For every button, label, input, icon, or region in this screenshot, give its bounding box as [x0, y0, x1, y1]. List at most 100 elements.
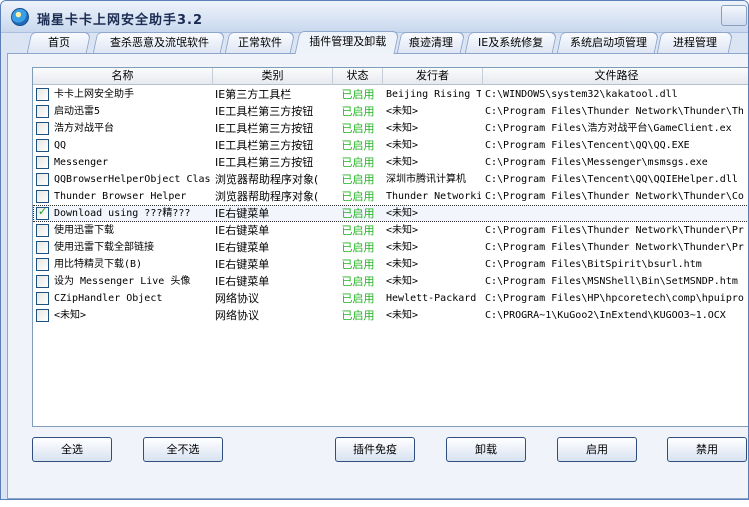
tab-startup-manager[interactable]: 系统启动项管理 [556, 32, 660, 53]
row-checkbox[interactable] [36, 275, 49, 288]
row-checkbox[interactable] [36, 292, 49, 305]
row-checkbox[interactable] [36, 258, 49, 271]
column-header-path[interactable]: 文件路径 [483, 68, 748, 85]
cell-status: 已启用 [341, 190, 375, 203]
title-bar[interactable]: 瑞星卡卡上网安全助手3.2 [1, 1, 748, 33]
cell-publisher: <未知> [386, 310, 419, 321]
cell-path: C:\Program Files\Thunder Network\Thunder… [485, 191, 744, 202]
row-checkbox[interactable] [36, 139, 49, 152]
select-all-button[interactable]: 全选 [32, 437, 112, 462]
table-row[interactable]: QQ IE工具栏第三方按钮 已启用 <未知> C:\Program Files\Tenc… [33, 137, 748, 154]
tab-malware-scan[interactable]: 查杀恶意及流氓软件 [92, 32, 226, 53]
table-row[interactable]: 浩方对战平台 IE工具栏第三方按钮 已启用 <未知> C:\Program Files\… [33, 120, 748, 137]
cell-publisher: <未知> [386, 225, 419, 236]
cell-path: C:\PROGRA~1\KuGoo2\InExtend\KUGOO3~1.OCX [485, 310, 726, 321]
cell-publisher: <未知> [386, 157, 419, 168]
checkmark-icon: ✓ [38, 205, 48, 218]
tab-process-manager[interactable]: 进程管理 [656, 32, 734, 53]
table-row[interactable]: <未知> 网络协议 已启用 <未知> C:\PROGRA~1\KuGoo2\InExte… [33, 307, 748, 324]
column-header-status[interactable]: 状态 [333, 68, 383, 85]
cell-category: 浏览器帮助程序对象( [215, 173, 319, 186]
cell-path: C:\Program Files\BitSpirit\bsurl.htm [485, 259, 702, 270]
cell-path: C:\Program Files\HP\hpcoretech\comp\hpui… [485, 293, 744, 304]
cell-status: 已启用 [341, 88, 375, 101]
cell-path: C:\Program Files\Thunder Network\Thunder… [485, 225, 744, 236]
cell-category: 网络协议 [215, 309, 259, 322]
cell-name: 使用迅雷下载 [54, 225, 114, 236]
cell-name: Download using ???精??? [54, 208, 191, 219]
tab-trace-cleanup[interactable]: 痕迹清理 [396, 32, 466, 53]
row-checkbox[interactable] [36, 309, 49, 322]
disable-button[interactable]: 禁用 [667, 437, 747, 462]
cell-status: 已启用 [341, 173, 375, 186]
row-checkbox[interactable] [36, 122, 49, 135]
row-checkbox[interactable] [36, 190, 49, 203]
cell-publisher: <未知> [386, 242, 419, 253]
cell-path: C:\Program Files\Tencent\QQ\QQ.EXE [485, 140, 690, 151]
cell-path: C:\Program Files\Thunder Network\Thunder… [485, 106, 744, 117]
row-checkbox[interactable] [36, 224, 49, 237]
table-row[interactable]: 启动迅雷5 IE工具栏第三方按钮 已启用 <未知> C:\Program Files\T… [33, 103, 748, 120]
cell-name: Thunder Browser Helper [54, 191, 187, 202]
window-title: 瑞星卡卡上网安全助手3.2 [37, 13, 204, 28]
cell-name: QQBrowserHelperObject Clas [54, 174, 211, 185]
table-row[interactable]: Messenger IE工具栏第三方按钮 已启用 <未知> C:\Program Fil… [33, 154, 748, 171]
table-row[interactable]: 使用迅雷下载 IE右键菜单 已启用 <未知> C:\Program Files\Thun… [33, 222, 748, 239]
cell-name: QQ [54, 140, 67, 151]
table-row[interactable]: 用比特精灵下载(B) IE右键菜单 已启用 <未知> C:\Program Files\… [33, 256, 748, 273]
row-checkbox[interactable] [36, 173, 49, 186]
window-bottom-edge [0, 500, 749, 507]
table-row[interactable]: Thunder Browser Helper 浏览器帮助程序对象(已启用 Thund… [33, 188, 748, 205]
cell-path: C:\WINDOWS\system32\kakatool.dll [485, 89, 678, 100]
tab-home[interactable]: 首页 [26, 32, 92, 53]
cell-publisher: <未知> [386, 123, 419, 134]
close-button[interactable] [721, 5, 747, 26]
column-header-publisher[interactable]: 发行者 [383, 68, 483, 85]
row-checkbox[interactable] [36, 156, 49, 169]
column-header-name[interactable]: 名称 [33, 68, 213, 85]
cell-status: 已启用 [341, 122, 375, 135]
row-checkbox[interactable] [36, 241, 49, 254]
tab-plugin-manager[interactable]: 插件管理及卸载 [294, 31, 400, 54]
cell-publisher: <未知> [386, 276, 419, 287]
cell-category: IE右键菜单 [215, 275, 270, 288]
cell-category: IE右键菜单 [215, 258, 270, 271]
cell-publisher: Beijing Rising T [386, 89, 481, 100]
cell-status: 已启用 [341, 224, 375, 237]
plugin-panel: 名称 类别 状态 发行者 文件路径 卡卡上网安全助手 IE第三方工具栏 已启用 Bei… [7, 53, 748, 499]
cell-path: C:\Program Files\浩方对战平台\GameClient.ex [485, 123, 732, 134]
row-checkbox[interactable]: ✓ [36, 205, 49, 220]
column-header-category[interactable]: 类别 [213, 68, 333, 85]
table-row[interactable]: QQBrowserHelperObject Clas 浏览器帮助程序对象(已启用深… [33, 171, 748, 188]
cell-category: IE工具栏第三方按钮 [215, 139, 314, 152]
plugin-list[interactable]: 名称 类别 状态 发行者 文件路径 卡卡上网安全助手 IE第三方工具栏 已启用 Bei… [32, 67, 748, 427]
list-header: 名称 类别 状态 发行者 文件路径 [33, 68, 748, 85]
tab-normal-software[interactable]: 正常软件 [224, 32, 296, 53]
tab-bar: 首页 查杀恶意及流氓软件 正常软件 插件管理及卸载 痕迹清理 IE及系统修复 系… [7, 31, 748, 54]
table-row[interactable]: 使用迅雷下载全部链接 IE右键菜单 已启用 <未知> C:\Program Files\… [33, 239, 748, 256]
table-row[interactable]: ✓ Download using ???精??? IE右键菜单 已启用 <未知> [33, 205, 748, 222]
plugin-immune-button[interactable]: 插件免疫 [335, 437, 415, 462]
tab-ie-system-repair[interactable]: IE及系统修复 [464, 32, 558, 53]
cell-name: 浩方对战平台 [54, 123, 114, 134]
row-checkbox[interactable] [36, 105, 49, 118]
cell-category: IE工具栏第三方按钮 [215, 105, 314, 118]
cell-name: CZipHandler Object [54, 293, 163, 304]
cell-name: 使用迅雷下载全部链接 [54, 242, 154, 253]
select-none-button[interactable]: 全不选 [143, 437, 223, 462]
cell-publisher: Thunder Networki [386, 191, 481, 202]
cell-publisher: <未知> [386, 106, 419, 117]
cell-status: 已启用 [341, 139, 375, 152]
table-row[interactable]: 卡卡上网安全助手 IE第三方工具栏 已启用 Beijing Rising T C:\WI… [33, 86, 748, 103]
enable-button[interactable]: 启用 [557, 437, 637, 462]
uninstall-button[interactable]: 卸载 [446, 437, 526, 462]
cell-status: 已启用 [341, 258, 375, 271]
cell-name: 用比特精灵下载(B) [54, 259, 143, 270]
row-checkbox[interactable] [36, 88, 49, 101]
table-row[interactable]: 设为 Messenger Live 头像 IE右键菜单 已启用 <未知> C:\Prog… [33, 273, 748, 290]
cell-publisher: <未知> [386, 208, 419, 219]
cell-path: C:\Program Files\Messenger\msmsgs.exe [485, 157, 708, 168]
cell-path: C:\Program Files\Thunder Network\Thunder… [485, 242, 744, 253]
cell-status: 已启用 [341, 207, 375, 220]
table-row[interactable]: CZipHandler Object 网络协议 已启用 Hewlett-Packard… [33, 290, 748, 307]
